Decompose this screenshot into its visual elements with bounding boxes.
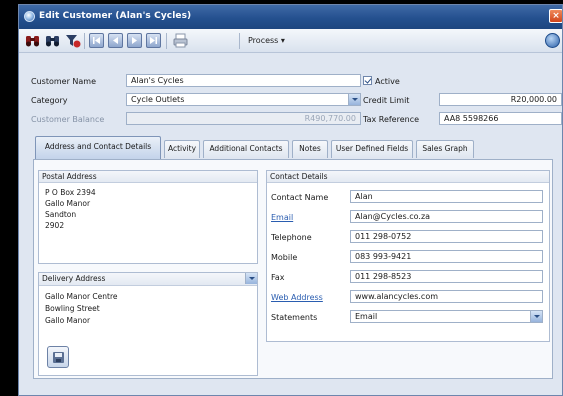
web-address-link[interactable]: Web Address: [271, 293, 323, 302]
address-contact-panel: Postal Address P O Box 2394 Gallo Manor …: [33, 159, 553, 379]
postal-address-line: 2902: [45, 221, 65, 230]
telephone-field[interactable]: 011 298-0752: [350, 230, 543, 243]
tab-user-defined-fields[interactable]: User Defined Fields: [331, 140, 413, 158]
mobile-label: Mobile: [271, 253, 298, 262]
customer-name-field[interactable]: Alan's Cycles: [126, 74, 361, 87]
title-bar[interactable]: Edit Customer (Alan's Cycles) ×: [19, 5, 562, 29]
delivery-address-section: Delivery Address Gallo Manor Centre Bowl…: [38, 272, 258, 376]
chevron-down-icon[interactable]: [348, 94, 360, 105]
close-button[interactable]: ×: [549, 9, 562, 23]
tax-reference-label: Tax Reference: [363, 115, 420, 124]
statements-label: Statements: [271, 313, 318, 322]
window-title: Edit Customer (Alan's Cycles): [39, 11, 192, 21]
fax-label: Fax: [271, 273, 285, 282]
next-record-icon[interactable]: [127, 33, 142, 48]
email-link[interactable]: Email: [271, 213, 293, 222]
postal-address-line: Sandton: [45, 210, 77, 219]
web-address-field[interactable]: www.alancycles.com: [350, 290, 543, 303]
statements-dropdown[interactable]: Email: [350, 310, 543, 323]
toolbar-separator: [239, 33, 240, 49]
toolbar: Process ▾: [19, 29, 562, 53]
delivery-address-header[interactable]: Delivery Address: [39, 273, 257, 286]
first-record-icon[interactable]: [89, 33, 104, 48]
category-value: Cycle Outlets: [131, 95, 185, 104]
postal-address-section: Postal Address P O Box 2394 Gallo Manor …: [38, 170, 258, 264]
credit-limit-field[interactable]: R20,000.00: [439, 93, 562, 106]
active-checkbox[interactable]: [363, 76, 372, 85]
contact-details-section: Contact Details Contact Name Alan Email …: [266, 170, 550, 342]
customer-balance-field: R490,770.00: [126, 112, 361, 125]
tab-activity[interactable]: Activity: [164, 140, 200, 158]
binoculars-next-icon[interactable]: [44, 32, 61, 49]
app-icon: [24, 11, 35, 22]
help-icon[interactable]: [545, 33, 560, 48]
contact-name-label: Contact Name: [271, 193, 329, 202]
chevron-down-icon[interactable]: [530, 311, 542, 322]
mobile-field[interactable]: 083 993-9421: [350, 250, 543, 263]
contact-details-header: Contact Details: [267, 171, 549, 183]
save-address-button[interactable]: [47, 346, 69, 368]
delivery-address-line: Bowling Street: [45, 304, 100, 313]
toolbar-separator: [166, 33, 167, 49]
save-icon: [53, 352, 64, 363]
tab-sales-graph[interactable]: Sales Graph: [416, 140, 474, 158]
category-label: Category: [31, 96, 68, 105]
tab-additional-contacts[interactable]: Additional Contacts: [203, 140, 289, 158]
binoculars-icon[interactable]: [24, 32, 41, 49]
delivery-address-line: Gallo Manor: [45, 316, 91, 325]
last-record-icon[interactable]: [146, 33, 161, 48]
filter-icon[interactable]: [64, 32, 81, 49]
tax-reference-field[interactable]: AA8 5598266: [439, 112, 562, 125]
delivery-address-line: Gallo Manor Centre: [45, 292, 118, 301]
chevron-down-icon[interactable]: [245, 273, 257, 284]
edit-customer-window: Edit Customer (Alan's Cycles) × Process …: [18, 4, 563, 396]
postal-address-line: P O Box 2394: [45, 188, 96, 197]
email-field[interactable]: Alan@Cycles.co.za: [350, 210, 543, 223]
active-label: Active: [375, 77, 400, 86]
category-dropdown[interactable]: Cycle Outlets: [126, 93, 361, 106]
postal-address-header: Postal Address: [39, 171, 257, 183]
telephone-label: Telephone: [271, 233, 312, 242]
customer-balance-label: Customer Balance: [31, 115, 105, 124]
toolbar-separator: [84, 33, 85, 49]
delivery-address-label: Delivery Address: [42, 274, 106, 283]
tab-address-and-contact-details[interactable]: Address and Contact Details: [35, 136, 161, 159]
statements-value: Email: [355, 312, 378, 321]
print-icon[interactable]: [172, 32, 189, 49]
contact-name-field[interactable]: Alan: [350, 190, 543, 203]
tab-notes[interactable]: Notes: [292, 140, 328, 158]
customer-name-label: Customer Name: [31, 77, 97, 86]
fax-field[interactable]: 011 298-8523: [350, 270, 543, 283]
process-menu[interactable]: Process ▾: [248, 36, 285, 45]
previous-record-icon[interactable]: [108, 33, 123, 48]
credit-limit-label: Credit Limit: [363, 96, 410, 105]
postal-address-line: Gallo Manor: [45, 199, 91, 208]
